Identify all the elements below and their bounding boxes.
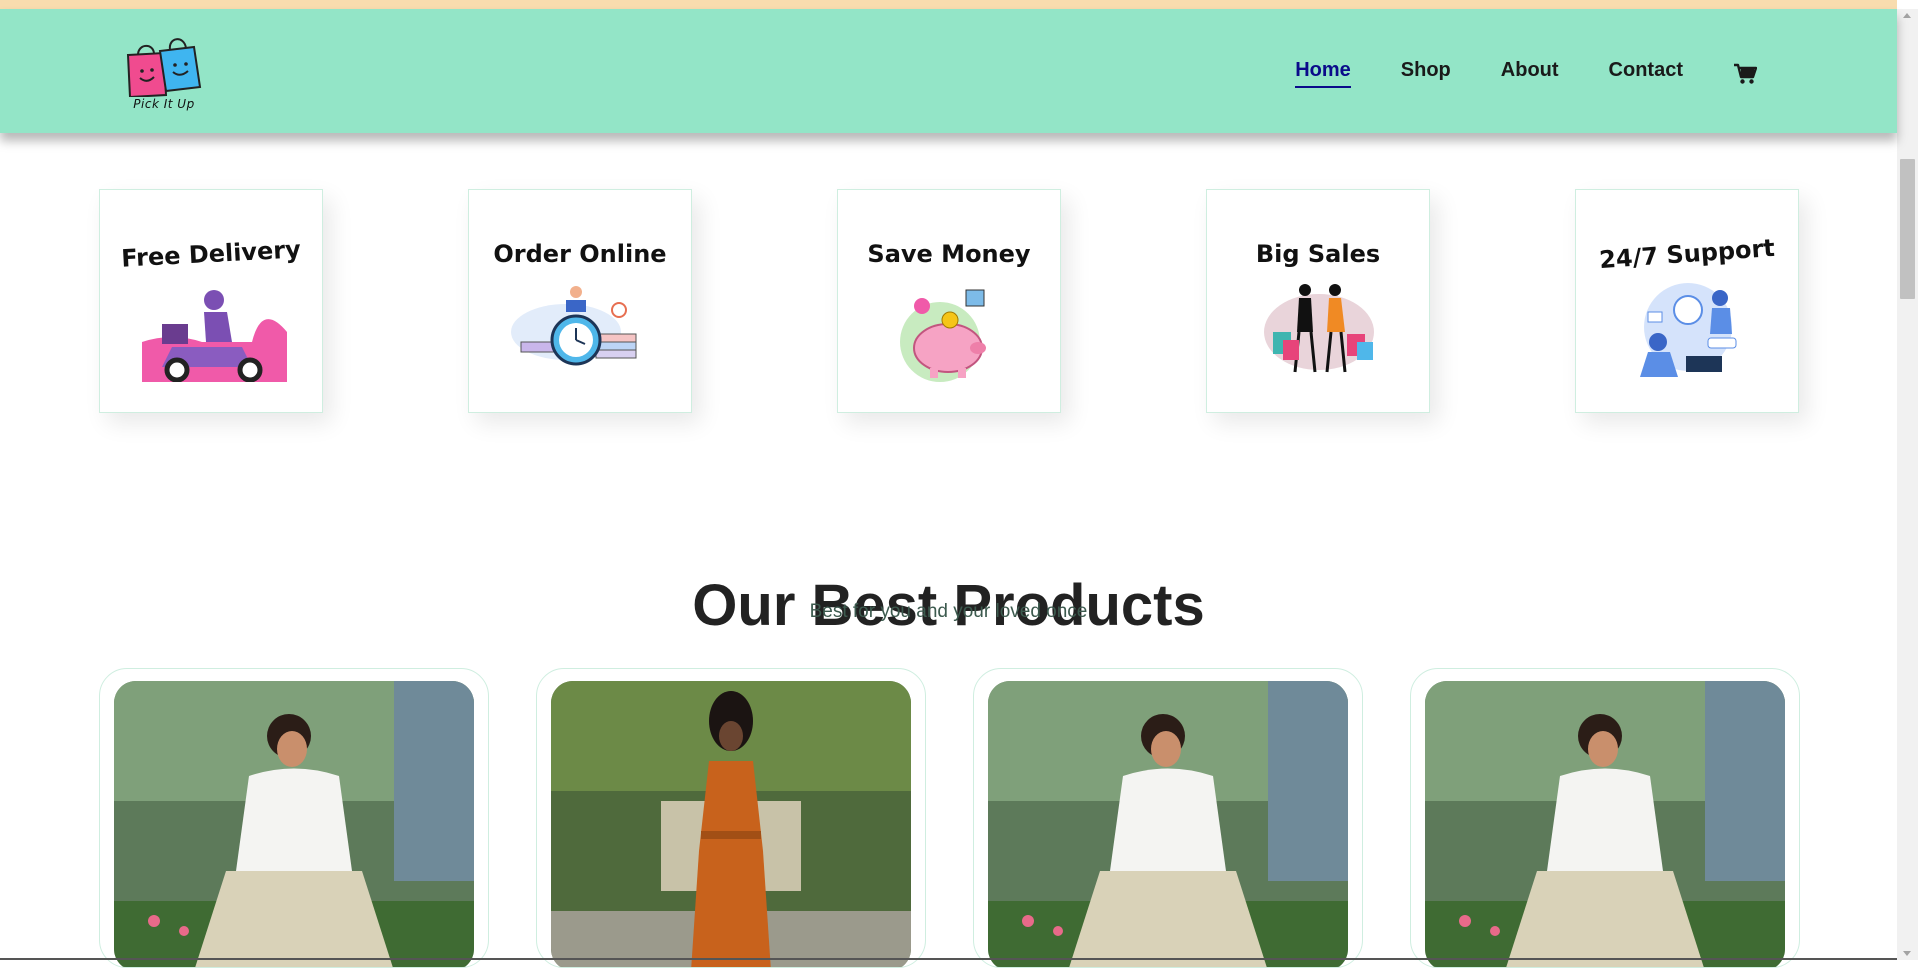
clock-order-icon	[511, 286, 637, 366]
feature-card-24-7-support: 24/7 Support	[1575, 189, 1799, 413]
nav-contact[interactable]: Contact	[1609, 59, 1683, 88]
scroll-down-arrow-icon[interactable]	[1903, 951, 1911, 956]
nav-shop[interactable]: Shop	[1401, 59, 1451, 88]
shopping-cart-icon[interactable]	[1733, 63, 1757, 85]
woman-white-shirt-skirt-photo[interactable]	[1425, 681, 1785, 967]
shopping-women-icon	[1264, 284, 1374, 373]
features-row: Free Delivery Order Online Save Money Bi…	[99, 189, 1799, 415]
shopping-bags-logo-icon	[126, 38, 202, 97]
brand-logo[interactable]: Pick It Up	[120, 33, 210, 117]
feature-title: Big Sales	[1255, 240, 1381, 268]
scroll-thumb[interactable]	[1900, 159, 1915, 299]
feature-card-big-sales: Big Sales	[1206, 189, 1430, 413]
top-strip	[0, 0, 1897, 9]
section-subtitle: Best for you and your loved once	[809, 601, 1088, 622]
feature-title: 24/7 Support	[1598, 233, 1776, 275]
feature-card-order-online: Order Online	[468, 189, 692, 413]
product-card[interactable]	[1410, 668, 1800, 968]
feature-title: Order Online	[493, 240, 667, 268]
feature-title: Save Money	[867, 240, 1031, 268]
woman-white-shirt-skirt-photo[interactable]	[988, 681, 1348, 967]
site-header: Pick It Up Home Shop About Contact	[0, 9, 1897, 133]
woman-white-shirt-skirt-photo[interactable]	[114, 681, 474, 967]
product-card[interactable]	[99, 668, 489, 968]
woman-orange-dress-photo[interactable]	[551, 681, 911, 967]
page-scrollbar[interactable]	[1897, 9, 1918, 960]
logo-text: Pick It Up	[133, 97, 195, 111]
product-card[interactable]	[973, 668, 1363, 968]
main-nav: Home Shop About Contact	[1245, 59, 1757, 88]
customer-support-icon	[1640, 283, 1737, 377]
product-card[interactable]	[536, 668, 926, 968]
scooter-delivery-icon	[142, 290, 287, 382]
piggy-bank-icon	[900, 289, 986, 382]
scroll-up-arrow-icon[interactable]	[1903, 13, 1911, 18]
feature-card-save-money: Save Money	[837, 189, 1061, 413]
nav-home[interactable]: Home	[1295, 59, 1351, 88]
nav-about[interactable]: About	[1501, 59, 1559, 88]
feature-card-free-delivery: Free Delivery	[99, 189, 323, 413]
feature-title: Free Delivery	[120, 235, 302, 273]
